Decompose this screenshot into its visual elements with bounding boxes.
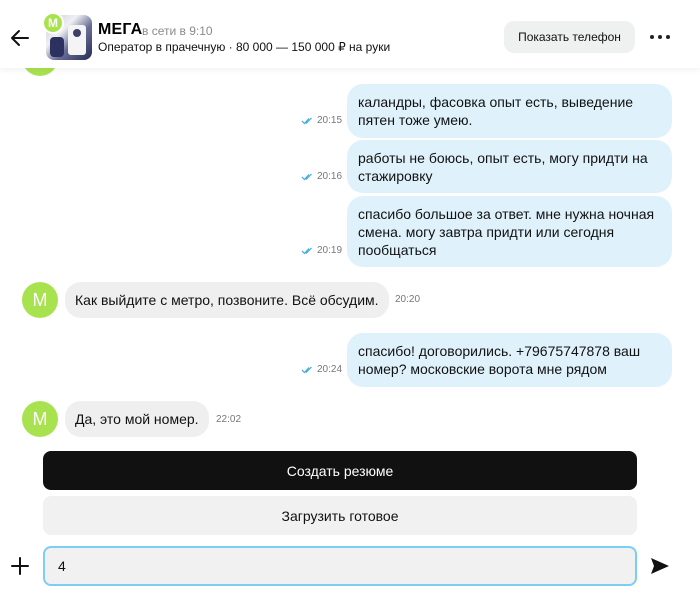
message-meta: 20:20 xyxy=(395,294,420,305)
message-input[interactable] xyxy=(43,546,637,586)
create-resume-button[interactable]: Создать резюме xyxy=(43,451,637,490)
read-ticks-icon xyxy=(301,117,312,124)
message-text: каландры, фасовка опыт есть, выведение п… xyxy=(358,94,634,128)
outgoing-message[interactable]: каландры, фасовка опыт есть, выведение п… xyxy=(347,84,672,138)
arrow-left-icon[interactable] xyxy=(8,26,32,50)
employer-name[interactable]: МЕГА xyxy=(98,21,142,39)
incoming-message[interactable]: Да, это мой номер. xyxy=(65,401,209,437)
message-text: работы не боюсь, опыт есть, могу придти … xyxy=(358,150,648,184)
outgoing-message[interactable]: работы не боюсь, опыт есть, могу придти … xyxy=(347,140,672,193)
read-ticks-icon xyxy=(301,173,312,180)
more-dots-icon[interactable] xyxy=(650,30,670,44)
message-meta: 20:24 xyxy=(301,364,342,375)
employer-avatar-small[interactable]: М xyxy=(22,401,58,437)
message-time: 20:20 xyxy=(395,294,421,305)
employer-avatar[interactable]: М xyxy=(42,12,92,62)
show-phone-button[interactable]: Показать телефон xyxy=(504,21,635,53)
message-text: спасибо большое за ответ. мне нужна ночн… xyxy=(358,206,655,258)
message-meta: 20:15 xyxy=(301,115,342,126)
plus-icon[interactable] xyxy=(10,556,30,576)
message-text: спасибо! договорились. +79675747878 ваш … xyxy=(358,343,641,377)
outgoing-message[interactable]: спасибо! договорились. +79675747878 ваш … xyxy=(347,333,672,387)
employer-avatar-partial xyxy=(22,68,58,76)
incoming-message[interactable]: Как выйдите с метро, позвоните. Всё обсу… xyxy=(65,282,389,318)
message-time: 20:16 xyxy=(317,171,343,182)
message-time: 20:24 xyxy=(317,364,343,375)
vacancy-title[interactable]: Оператор в прачечную · 80 000 — 150 000 … xyxy=(98,40,390,54)
chat-header: М МЕГА в сети в 9:10 Оператор в прачечну… xyxy=(0,0,700,68)
upload-ready-button[interactable]: Загрузить готовое xyxy=(43,496,637,535)
message-list[interactable]: каландры, фасовка опыт есть, выведение п… xyxy=(0,68,700,440)
message-meta: 20:19 xyxy=(301,245,342,256)
message-time: 20:15 xyxy=(317,115,343,126)
message-meta: 20:16 xyxy=(301,171,342,182)
employer-avatar-letter: М xyxy=(42,12,64,34)
message-text: Как выйдите с метро, позвоните. Всё обсу… xyxy=(75,292,379,308)
read-ticks-icon xyxy=(301,366,312,373)
send-icon[interactable] xyxy=(650,557,670,575)
message-meta: 22:02 xyxy=(216,414,241,425)
outgoing-message[interactable]: спасибо большое за ответ. мне нужна ночн… xyxy=(347,196,672,267)
online-status: в сети в 9:10 xyxy=(142,24,213,38)
read-ticks-icon xyxy=(301,247,312,254)
message-text: Да, это мой номер. xyxy=(75,411,199,427)
message-time: 22:02 xyxy=(216,414,242,425)
employer-avatar-small[interactable]: М xyxy=(22,282,58,318)
message-time: 20:19 xyxy=(317,245,343,256)
